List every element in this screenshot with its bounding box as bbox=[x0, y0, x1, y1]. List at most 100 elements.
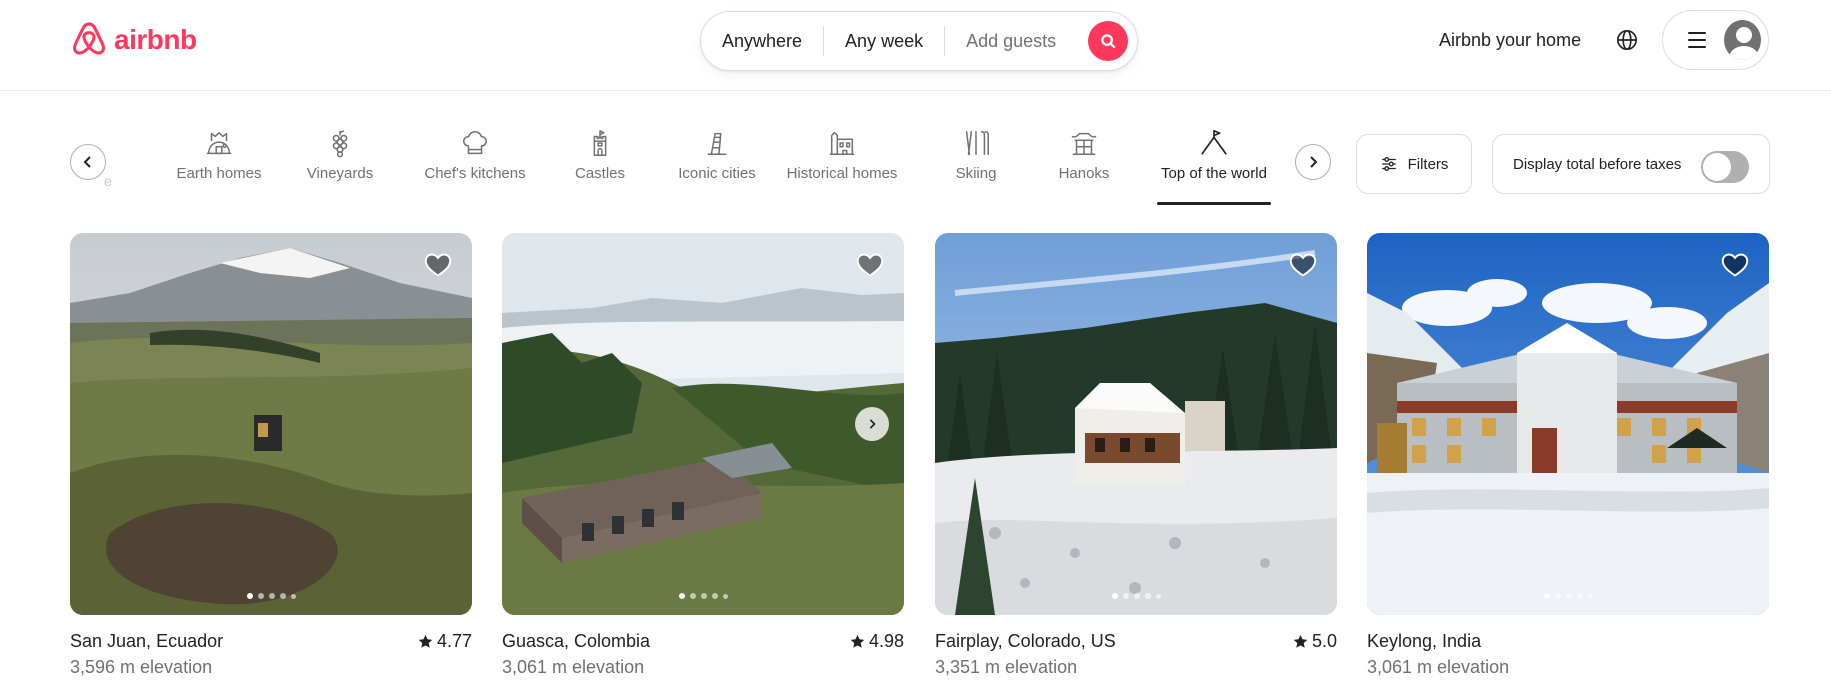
wishlist-heart-button[interactable] bbox=[1721, 251, 1749, 279]
listing-elevation: 3,061 m elevation bbox=[1367, 657, 1510, 677]
wishlist-heart-button[interactable] bbox=[856, 251, 884, 279]
filters-icon bbox=[1381, 157, 1396, 171]
host-link[interactable]: Airbnb your home bbox=[1439, 26, 1581, 55]
photo-pagination-dots bbox=[935, 593, 1337, 599]
ski-icon bbox=[960, 127, 992, 159]
search-icon bbox=[1100, 33, 1115, 48]
category-label: Chef's kitchens bbox=[424, 165, 526, 182]
photo-pagination-dots bbox=[1367, 593, 1769, 599]
globe-icon bbox=[1617, 30, 1637, 50]
castle-icon bbox=[584, 127, 616, 159]
search-guests[interactable]: Add guests bbox=[945, 26, 1077, 56]
category-label: Top of the world bbox=[1161, 165, 1267, 182]
display-total-toggle[interactable] bbox=[1701, 151, 1749, 183]
listing-card[interactable]: Guasca, Colombia 4.98 3,061 m elevation bbox=[502, 233, 904, 683]
heart-icon bbox=[1721, 253, 1749, 277]
user-menu-button[interactable] bbox=[1662, 10, 1769, 70]
category-chefs-kitchens[interactable]: Chef's kitchens bbox=[397, 127, 553, 182]
category-label: Vineyards bbox=[306, 165, 374, 182]
grapes-icon bbox=[324, 127, 356, 159]
heart-icon bbox=[856, 253, 884, 277]
listing-image bbox=[935, 233, 1337, 615]
earth-home-icon bbox=[203, 127, 235, 159]
photo-pagination-dots bbox=[70, 593, 472, 599]
category-label: Skiing bbox=[955, 165, 997, 182]
category-label: Earth homes bbox=[176, 165, 262, 182]
star-icon bbox=[1293, 634, 1308, 648]
listing-location: Guasca, Colombia bbox=[502, 631, 651, 651]
category-earth-homes[interactable]: Earth homes bbox=[158, 127, 280, 182]
rating-value: 5.0 bbox=[1311, 631, 1337, 651]
category-bar: e Earth homes Vineyards Chef's kitchens … bbox=[0, 91, 1831, 221]
listing-image bbox=[70, 233, 472, 615]
star-icon bbox=[850, 634, 865, 648]
star-icon bbox=[418, 634, 433, 648]
category-historical-homes[interactable]: Historical homes bbox=[777, 127, 907, 182]
listing-card[interactable]: San Juan, Ecuador 4.77 3,596 m elevation bbox=[70, 233, 472, 683]
filters-button[interactable]: Filters bbox=[1356, 134, 1472, 194]
search-where[interactable]: Anywhere bbox=[701, 26, 823, 56]
listing-photo[interactable] bbox=[1367, 233, 1769, 615]
listing-elevation: 3,596 m elevation bbox=[70, 657, 213, 677]
listing-card[interactable]: Keylong, India 3,061 m elevation bbox=[1367, 233, 1769, 683]
category-label: Hanoks bbox=[1058, 165, 1110, 182]
listing-location: San Juan, Ecuador bbox=[70, 631, 224, 651]
menu-icon bbox=[1688, 32, 1707, 48]
listing-elevation: 3,351 m elevation bbox=[935, 657, 1078, 677]
search-bar[interactable]: Anywhere Any week Add guests bbox=[700, 11, 1138, 71]
category-top-of-the-world[interactable]: Top of the world bbox=[1157, 127, 1271, 205]
listing-info: Guasca, Colombia 4.98 3,061 m elevation bbox=[502, 631, 904, 683]
next-photo-button[interactable] bbox=[855, 407, 889, 441]
listing-image bbox=[502, 233, 904, 615]
heart-icon bbox=[1289, 253, 1317, 277]
header: airbnb Anywhere Any week Add guests Airb… bbox=[0, 0, 1831, 91]
historic-building-icon bbox=[826, 127, 858, 159]
airbnb-logo[interactable]: airbnb bbox=[70, 19, 197, 61]
listing-rating: 5.0 bbox=[1293, 631, 1337, 652]
photo-pagination-dots bbox=[502, 593, 904, 599]
listing-photo[interactable] bbox=[70, 233, 472, 615]
wishlist-heart-button[interactable] bbox=[1289, 251, 1317, 279]
category-label: Iconic cities bbox=[678, 165, 756, 182]
category-scroll-right-button[interactable] bbox=[1295, 144, 1331, 180]
brand-name: airbnb bbox=[114, 24, 197, 55]
rating-value: 4.77 bbox=[436, 631, 472, 651]
chevron-right-icon bbox=[869, 419, 876, 429]
listing-location: Keylong, India bbox=[1367, 631, 1482, 651]
chevron-right-icon bbox=[1310, 156, 1318, 168]
listing-rating: 4.77 bbox=[418, 631, 472, 652]
category-hanoks[interactable]: Hanoks bbox=[1034, 127, 1134, 182]
search-when[interactable]: Any week bbox=[824, 26, 944, 56]
listing-photo[interactable] bbox=[502, 233, 904, 615]
category-label: Historical homes bbox=[786, 165, 898, 182]
listing-card[interactable]: Fairplay, Colorado, US 5.0 3,351 m eleva… bbox=[935, 233, 1337, 683]
chevron-left-icon bbox=[83, 156, 91, 168]
listing-photo[interactable] bbox=[935, 233, 1337, 615]
listing-rating: 4.98 bbox=[850, 631, 904, 652]
display-total-toggle-container[interactable]: Display total before taxes bbox=[1492, 134, 1770, 194]
avatar bbox=[1724, 20, 1761, 60]
category-skiing[interactable]: Skiing bbox=[926, 127, 1026, 182]
hanok-icon bbox=[1068, 127, 1100, 159]
mountain-flag-icon bbox=[1198, 127, 1230, 159]
active-category-indicator bbox=[1157, 202, 1271, 205]
airbnb-logo-icon bbox=[73, 22, 105, 55]
listing-info: Fairplay, Colorado, US 5.0 3,351 m eleva… bbox=[935, 631, 1337, 683]
display-total-label: Display total before taxes bbox=[1513, 155, 1682, 173]
language-button[interactable] bbox=[1614, 27, 1640, 53]
wishlist-heart-button[interactable] bbox=[424, 251, 452, 279]
chef-hat-icon bbox=[459, 127, 491, 159]
category-scroll-left-button[interactable] bbox=[70, 144, 106, 180]
search-button[interactable] bbox=[1088, 21, 1128, 61]
leaning-tower-icon bbox=[701, 127, 733, 159]
category-vineyards[interactable]: Vineyards bbox=[286, 127, 394, 182]
heart-icon bbox=[424, 253, 452, 277]
category-iconic-cities[interactable]: Iconic cities bbox=[647, 127, 787, 182]
category-castles[interactable]: Castles bbox=[550, 127, 650, 182]
listing-info: Keylong, India 3,061 m elevation bbox=[1367, 631, 1769, 683]
category-label: Castles bbox=[574, 165, 626, 182]
listing-image bbox=[1367, 233, 1769, 615]
filters-label: Filters bbox=[1407, 155, 1449, 173]
listing-info: San Juan, Ecuador 4.77 3,596 m elevation bbox=[70, 631, 472, 683]
listing-location: Fairplay, Colorado, US bbox=[935, 631, 1116, 651]
